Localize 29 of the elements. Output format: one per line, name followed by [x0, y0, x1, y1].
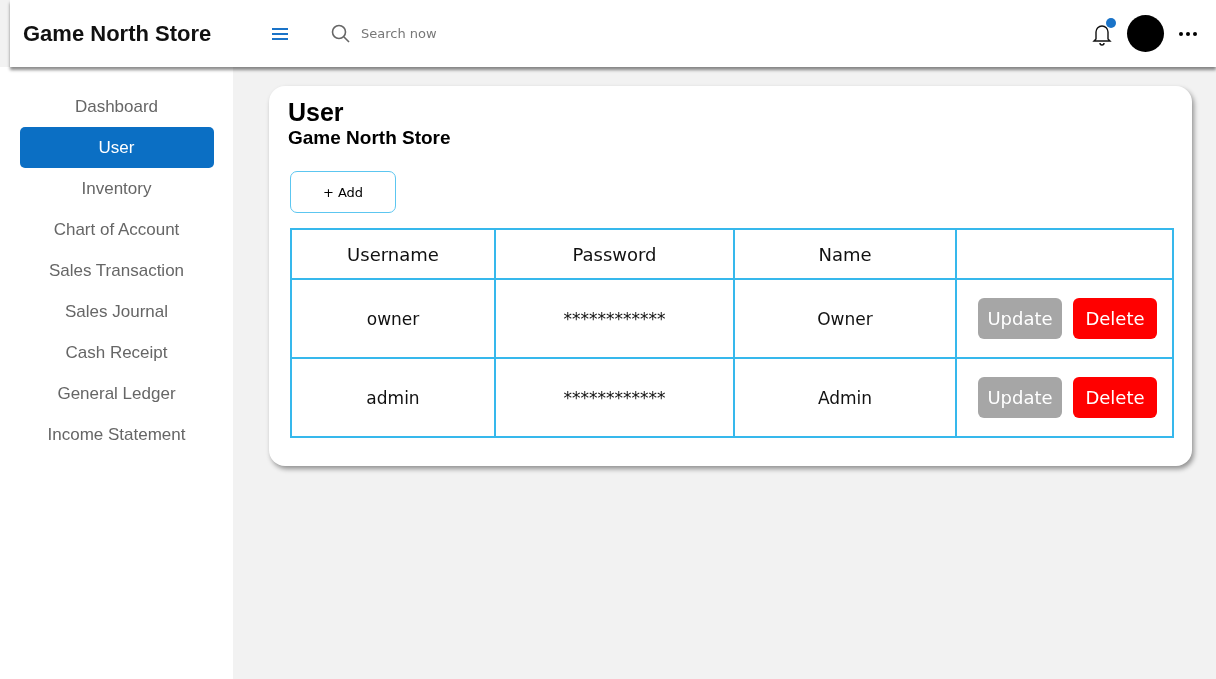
- page-subtitle: Game North Store: [288, 127, 452, 149]
- page-title: User: [288, 98, 345, 127]
- column-header: Password: [495, 229, 734, 279]
- sidebar-item[interactable]: Chart of Account: [19, 209, 214, 250]
- table-cell: ************: [495, 279, 734, 358]
- avatar[interactable]: [1127, 15, 1164, 52]
- menu-icon[interactable]: [271, 26, 289, 41]
- column-header: Name: [734, 229, 956, 279]
- table-cell: owner: [291, 279, 495, 358]
- table-cell: Owner: [734, 279, 956, 358]
- column-header: Username: [291, 229, 495, 279]
- sidebar-item[interactable]: Sales Transaction: [19, 250, 214, 291]
- search-icon: [331, 23, 351, 44]
- table-cell: Admin: [734, 358, 956, 437]
- sidebar-item[interactable]: General Ledger: [19, 373, 214, 414]
- sidebar-item[interactable]: Income Statement: [19, 414, 214, 455]
- sidebar-item[interactable]: User: [19, 127, 214, 168]
- sidebar-item[interactable]: Sales Journal: [19, 291, 214, 332]
- more-icon[interactable]: [1178, 30, 1198, 37]
- brand-title: Game North Store: [23, 20, 213, 47]
- delete-button[interactable]: Delete: [1073, 298, 1157, 339]
- sidebar-item[interactable]: Cash Receipt: [19, 332, 214, 373]
- table-cell: admin: [291, 358, 495, 437]
- sidebar-item[interactable]: Inventory: [19, 168, 214, 209]
- sidebar-item[interactable]: Dashboard: [19, 86, 214, 127]
- table-cell: ************: [495, 358, 734, 437]
- bell-icon[interactable]: [1091, 21, 1113, 46]
- add-button[interactable]: + Add: [290, 171, 396, 213]
- delete-button[interactable]: Delete: [1073, 377, 1157, 418]
